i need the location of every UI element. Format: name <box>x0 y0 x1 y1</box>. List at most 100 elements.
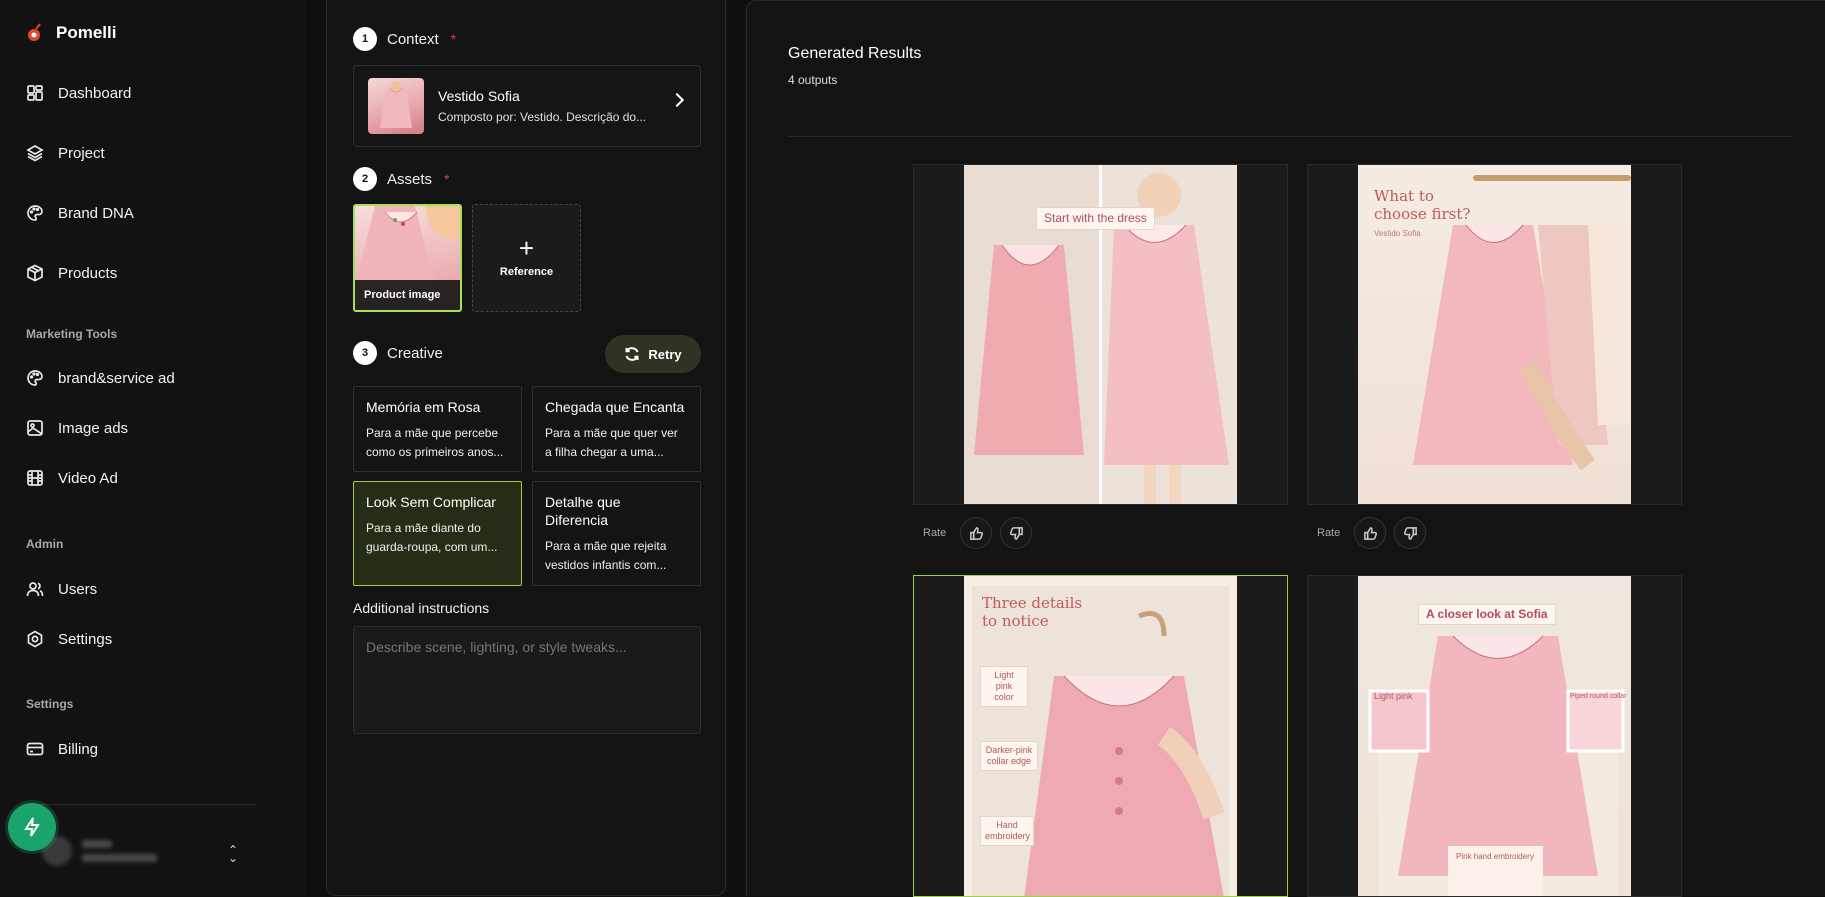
asset-product-image[interactable]: Product image <box>353 204 462 312</box>
sidebar-item-label: Brand DNA <box>58 204 134 222</box>
refresh-icon <box>625 347 639 361</box>
results-count: 4 outputs <box>788 73 838 87</box>
sidebar-item-image-ads[interactable]: Image ads <box>26 419 128 437</box>
sidebar-item-label: Video Ad <box>58 469 118 487</box>
step-number: 1 <box>353 27 377 51</box>
chevron-up-down-icon[interactable]: ⌃ ⌄ <box>228 844 238 864</box>
result-card[interactable]: A closer look at Sofia Light pink Piped … <box>1307 575 1682 897</box>
result-card-selected[interactable]: Three details to notice Light pink color … <box>913 575 1288 897</box>
additional-instructions-input[interactable] <box>353 626 701 734</box>
result-card[interactable]: What to choose first? Vestido Sofia <box>1307 164 1682 505</box>
creative-option[interactable]: Memória em Rosa Para a mãe que percebe co… <box>353 386 522 472</box>
gear-icon <box>27 630 43 648</box>
credit-card-icon <box>26 742 44 756</box>
results-divider <box>788 136 1792 137</box>
result-overlay-text: Three details to notice <box>982 594 1083 630</box>
rate-row: Rate <box>1317 517 1427 549</box>
creative-description: Para a mãe que quer ver a filha chegar a … <box>545 426 678 459</box>
creative-description: Para a mãe diante do guarda-roupa, com um… <box>366 521 498 554</box>
sidebar-item-users[interactable]: Users <box>26 580 97 598</box>
results-panel: Generated Results 4 outputs Start with t… <box>746 0 1825 897</box>
generation-form-panel: 1 Context * Vestido Sofia Composto por: V… <box>326 0 726 896</box>
user-account-switcher[interactable] <box>42 836 157 866</box>
result-image: What to choose first? Vestido Sofia <box>1358 165 1631 504</box>
creative-description: Para a mãe que percebe como os primeiros … <box>366 426 504 459</box>
context-subtitle: Composto por: Vestido. Descrição do... <box>438 110 647 124</box>
thumbs-up-button[interactable] <box>960 517 993 549</box>
required-marker: * <box>450 31 457 47</box>
app-name: Pomelli <box>56 23 117 42</box>
image-icon <box>27 420 43 436</box>
result-overlay-text: A closer look at Sofia <box>1418 604 1556 625</box>
dashboard-icon <box>27 85 43 101</box>
thumbs-down-icon <box>1009 526 1023 540</box>
sidebar-item-settings[interactable]: Settings <box>26 630 112 648</box>
required-marker: * <box>444 171 450 187</box>
app-logo[interactable]: Pomelli <box>26 22 116 44</box>
sidebar-divider <box>26 804 256 805</box>
palette-icon <box>27 205 43 221</box>
sidebar-item-dashboard[interactable]: Dashboard <box>26 84 131 102</box>
palette-icon <box>27 370 43 386</box>
thumbs-down-button[interactable] <box>1394 517 1427 549</box>
sidebar-item-brand-service-ad[interactable]: brand&service ad <box>26 369 175 387</box>
sidebar-item-label: Settings <box>58 630 113 648</box>
step-assets: 2 Assets * <box>353 167 449 191</box>
thumbs-up-icon <box>1363 526 1377 540</box>
creative-title: Chegada que Encanta <box>545 399 685 415</box>
quick-action-button[interactable] <box>8 803 56 851</box>
thumbs-up-icon <box>969 526 983 540</box>
result-overlay-text: Start with the dress <box>1036 207 1155 230</box>
sidebar-item-label: Project <box>58 144 105 162</box>
step-label: Assets <box>387 170 433 188</box>
asset-label: Product image <box>355 280 460 310</box>
additional-instructions-label: Additional instructions <box>353 600 490 616</box>
step-context: 1 Context * <box>353 27 456 51</box>
sidebar-item-project[interactable]: Project <box>26 144 105 162</box>
sidebar-item-label: Products <box>58 264 118 282</box>
sidebar-item-label: Image ads <box>58 419 129 437</box>
sidebar-item-label: brand&service ad <box>58 369 175 387</box>
retry-button[interactable]: Retry <box>605 335 701 373</box>
context-product-selector[interactable]: Vestido Sofia Composto por: Vestido. Des… <box>353 65 701 147</box>
chevron-right-icon <box>669 92 685 108</box>
result-tag: Pink hand embroidery <box>1456 852 1534 861</box>
thumbs-down-icon <box>1403 526 1417 540</box>
creative-title: Memória em Rosa <box>366 399 481 415</box>
users-icon <box>26 582 44 597</box>
rate-label: Rate <box>923 527 947 539</box>
result-tag: Light pink <box>1374 691 1413 701</box>
sidebar-item-label: Dashboard <box>58 84 132 102</box>
layers-icon <box>26 145 44 162</box>
result-image: Start with the dress <box>964 165 1237 504</box>
asset-label: Reference <box>499 266 554 278</box>
creative-option-selected[interactable]: Look Sem Complicar Para a mãe diante do g… <box>353 481 522 586</box>
asset-reference-add[interactable]: + Reference <box>472 204 581 312</box>
sidebar-item-products[interactable]: Products <box>26 264 117 282</box>
result-tag: Darker-pink collar edge <box>980 741 1038 771</box>
result-overlay-text: What to choose first? <box>1374 187 1471 223</box>
creative-option[interactable]: Chegada que Encanta Para a mãe que quer … <box>532 386 701 472</box>
thumbs-up-button[interactable] <box>1354 517 1387 549</box>
creative-option[interactable]: Detalhe que Diferencia Para a mãe que re… <box>532 481 701 586</box>
result-tag: Hand embroidery <box>980 816 1034 846</box>
section-label-marketing: Marketing Tools <box>26 327 118 341</box>
result-image: A closer look at Sofia Light pink Piped … <box>1358 576 1631 896</box>
sidebar-item-video-ad[interactable]: Video Ad <box>26 469 118 487</box>
step-number: 2 <box>353 167 377 191</box>
step-creative: 3 Creative <box>353 341 443 365</box>
step-label: Creative <box>387 344 443 362</box>
product-image-preview <box>355 206 460 286</box>
step-number: 3 <box>353 341 377 365</box>
rate-row: Rate <box>923 517 1033 549</box>
sidebar-item-label: Billing <box>58 740 99 758</box>
context-title: Vestido Sofia <box>438 88 520 104</box>
creative-description: Para a mãe que rejeita vestidos infantis … <box>545 539 667 572</box>
result-card[interactable]: Start with the dress <box>913 164 1288 505</box>
thumbs-down-button[interactable] <box>1000 517 1033 549</box>
plus-icon: + <box>518 233 535 263</box>
sidebar-item-brand-dna[interactable]: Brand DNA <box>26 204 134 222</box>
film-icon <box>27 470 43 486</box>
retry-label: Retry <box>648 346 682 362</box>
sidebar-item-billing[interactable]: Billing <box>26 740 98 758</box>
